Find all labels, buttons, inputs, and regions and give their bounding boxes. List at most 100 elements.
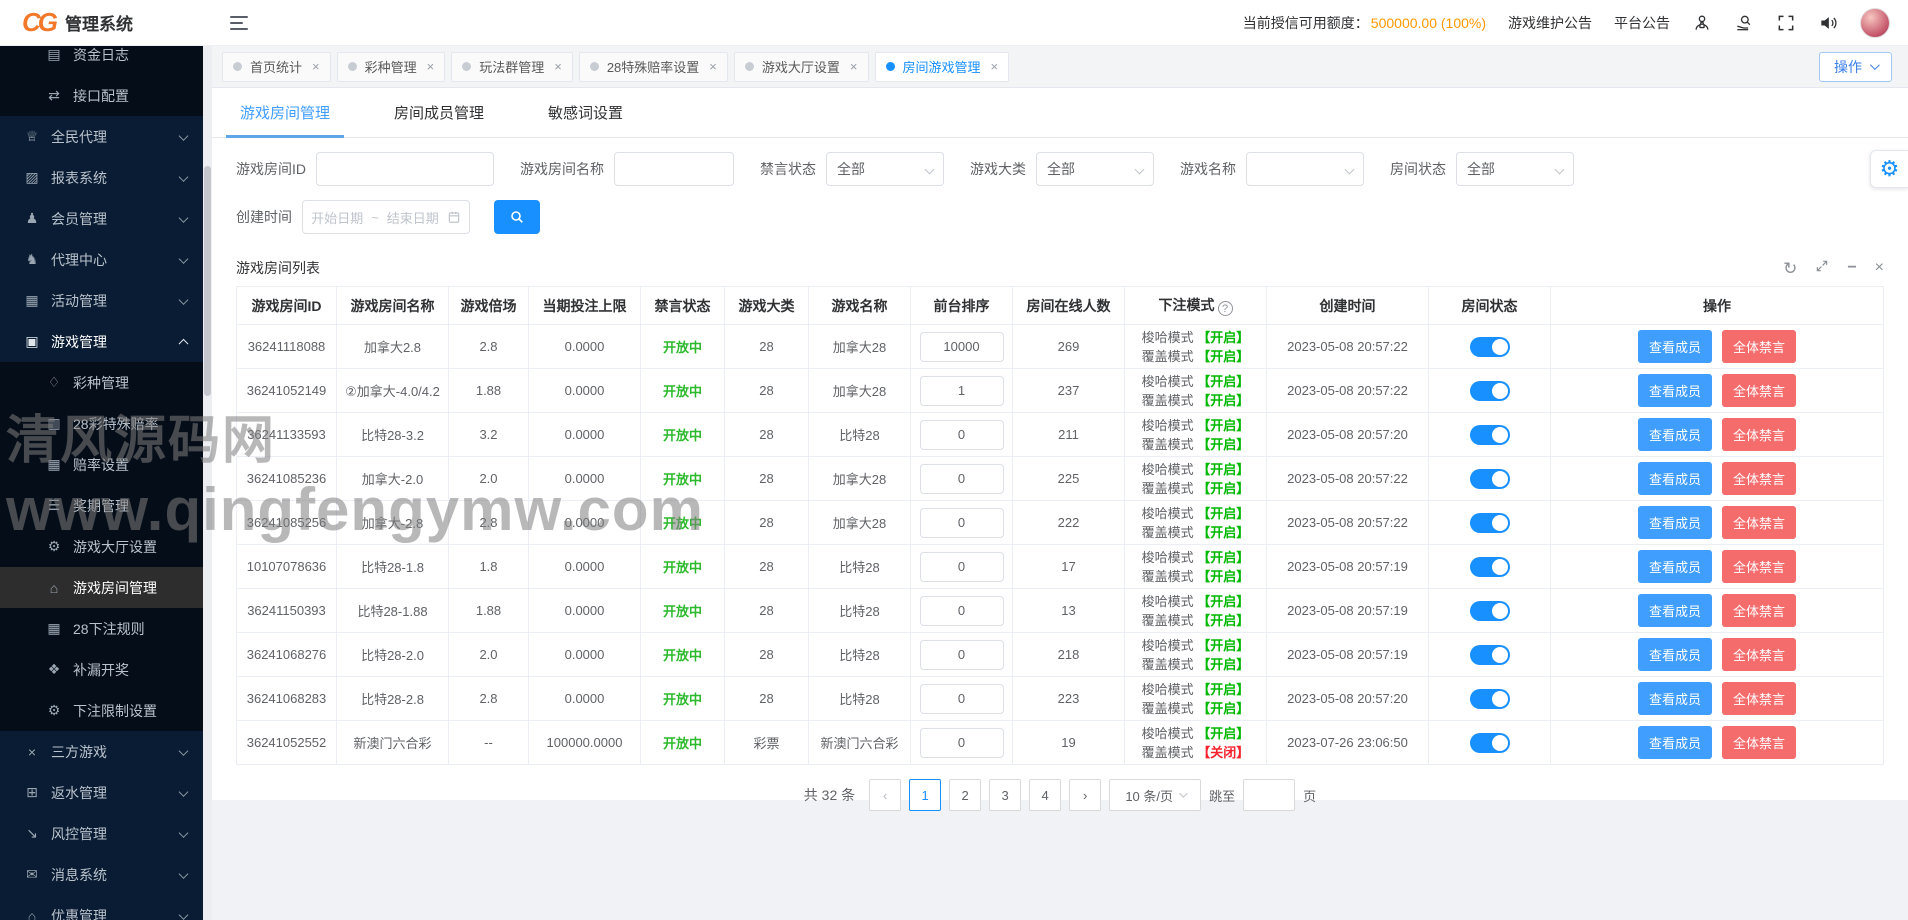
mute-all-button[interactable]: 全体禁言 [1722, 550, 1796, 583]
sidebar-item-8[interactable]: ▣游戏管理 [0, 321, 203, 362]
close-panel-icon[interactable]: × [1875, 260, 1884, 276]
sort-order-input[interactable] [920, 376, 1004, 406]
page-button-2[interactable]: 2 [949, 779, 981, 811]
sort-order-input[interactable] [920, 728, 1004, 758]
date-range-picker[interactable]: 开始日期 ~ 结束日期 [302, 200, 470, 234]
room-status-toggle[interactable] [1470, 601, 1510, 621]
hand-search-icon[interactable] [1734, 13, 1754, 33]
sidebar-item-19[interactable]: ⊞返水管理 [0, 772, 203, 813]
sidebar-item-4[interactable]: ▨报表系统 [0, 157, 203, 198]
subtab-1[interactable]: 游戏房间管理 [240, 88, 330, 137]
mute-all-button[interactable]: 全体禁言 [1722, 638, 1796, 671]
page-button-1[interactable]: 1 [909, 779, 941, 811]
speaker-icon[interactable] [1818, 13, 1838, 33]
sort-order-input[interactable] [920, 420, 1004, 450]
search-button[interactable] [494, 200, 540, 234]
mute-all-button[interactable]: 全体禁言 [1722, 330, 1796, 363]
room-status-toggle[interactable] [1470, 513, 1510, 533]
game-category-select[interactable]: 全部 [1036, 152, 1154, 186]
sidebar-item-20[interactable]: ↘风控管理 [0, 813, 203, 854]
jump-page-input[interactable] [1243, 779, 1295, 811]
mute-all-button[interactable]: 全体禁言 [1722, 462, 1796, 495]
sidebar-item-6[interactable]: ♞代理中心 [0, 239, 203, 280]
expand-icon[interactable] [1815, 259, 1829, 277]
view-members-button[interactable]: 查看成员 [1638, 638, 1712, 671]
view-members-button[interactable]: 查看成员 [1638, 594, 1712, 627]
sort-order-input[interactable] [920, 684, 1004, 714]
close-tab-icon[interactable]: × [991, 59, 999, 74]
sort-order-input[interactable] [920, 552, 1004, 582]
room-status-toggle[interactable] [1470, 337, 1510, 357]
user-lock-icon[interactable] [1692, 13, 1712, 33]
sidebar-item-11[interactable]: ▦赔率设置 [0, 444, 203, 485]
mute-all-button[interactable]: 全体禁言 [1722, 506, 1796, 539]
mute-status-select[interactable]: 全部 [826, 152, 944, 186]
sidebar-scrollbar-thumb[interactable] [204, 166, 211, 396]
sidebar-item-10[interactable]: ▥28彩特殊赔率 [0, 403, 203, 444]
subtab-3[interactable]: 敏感词设置 [548, 88, 623, 137]
next-page-button[interactable]: › [1069, 779, 1101, 811]
room-status-toggle[interactable] [1470, 689, 1510, 709]
sidebar-item-12[interactable]: ☰奖期管理 [0, 485, 203, 526]
page-tab-2[interactable]: 彩种管理× [337, 52, 446, 82]
sort-order-input[interactable] [920, 640, 1004, 670]
view-members-button[interactable]: 查看成员 [1638, 506, 1712, 539]
mute-all-button[interactable]: 全体禁言 [1722, 418, 1796, 451]
sidebar-item-3[interactable]: ♕全民代理 [0, 116, 203, 157]
close-tab-icon[interactable]: × [709, 59, 717, 74]
operation-dropdown-button[interactable]: 操作 [1819, 52, 1892, 82]
view-members-button[interactable]: 查看成员 [1638, 330, 1712, 363]
view-members-button[interactable]: 查看成员 [1638, 374, 1712, 407]
sort-order-input[interactable] [920, 596, 1004, 626]
maintenance-notice-link[interactable]: 游戏维护公告 [1508, 13, 1592, 33]
mute-all-button[interactable]: 全体禁言 [1722, 594, 1796, 627]
sort-order-input[interactable] [920, 332, 1004, 362]
sidebar-item-2[interactable]: ⇄接口配置 [0, 75, 203, 116]
sort-order-input[interactable] [920, 508, 1004, 538]
room-status-toggle[interactable] [1470, 381, 1510, 401]
sidebar-item-1[interactable]: ▤资金日志 [0, 46, 203, 75]
sidebar-item-22[interactable]: ⌂优惠管理 [0, 895, 203, 920]
view-members-button[interactable]: 查看成员 [1638, 550, 1712, 583]
subtab-2[interactable]: 房间成员管理 [394, 88, 484, 137]
room-status-select[interactable]: 全部 [1456, 152, 1574, 186]
sidebar-item-9[interactable]: ♢彩种管理 [0, 362, 203, 403]
page-button-4[interactable]: 4 [1029, 779, 1061, 811]
room-status-toggle[interactable] [1470, 469, 1510, 489]
close-tab-icon[interactable]: × [312, 59, 320, 74]
prev-page-button[interactable]: ‹ [869, 779, 901, 811]
room-name-input[interactable] [614, 152, 734, 186]
sidebar-item-18[interactable]: ×三方游戏 [0, 731, 203, 772]
page-size-select[interactable]: 10 条/页 [1109, 779, 1201, 811]
room-status-toggle[interactable] [1470, 557, 1510, 577]
room-id-input[interactable] [316, 152, 494, 186]
minimize-icon[interactable]: − [1847, 260, 1856, 276]
mute-all-button[interactable]: 全体禁言 [1722, 682, 1796, 715]
page-tab-4[interactable]: 28特殊赔率设置× [579, 52, 728, 82]
sidebar-item-7[interactable]: ▦活动管理 [0, 280, 203, 321]
fullscreen-icon[interactable] [1776, 13, 1796, 33]
avatar[interactable] [1860, 8, 1890, 38]
theme-settings-button[interactable]: ⚙ [1870, 150, 1908, 188]
refresh-icon[interactable]: ↻ [1783, 260, 1797, 277]
sidebar-item-17[interactable]: ⚙下注限制设置 [0, 690, 203, 731]
page-tab-5[interactable]: 游戏大厅设置× [734, 52, 869, 82]
page-button-3[interactable]: 3 [989, 779, 1021, 811]
sidebar-item-13[interactable]: ⚙游戏大厅设置 [0, 526, 203, 567]
close-tab-icon[interactable]: × [427, 59, 435, 74]
sidebar-item-15[interactable]: ▦28下注规则 [0, 608, 203, 649]
game-name-select[interactable] [1246, 152, 1364, 186]
page-tab-3[interactable]: 玩法群管理× [451, 52, 573, 82]
close-tab-icon[interactable]: × [554, 59, 562, 74]
room-status-toggle[interactable] [1470, 733, 1510, 753]
sidebar-item-16[interactable]: ❖补漏开奖 [0, 649, 203, 690]
sidebar-item-5[interactable]: ♟会员管理 [0, 198, 203, 239]
platform-notice-link[interactable]: 平台公告 [1614, 13, 1670, 33]
sidebar-item-14[interactable]: ⌂游戏房间管理 [0, 567, 203, 608]
room-status-toggle[interactable] [1470, 645, 1510, 665]
mute-all-button[interactable]: 全体禁言 [1722, 726, 1796, 759]
sort-order-input[interactable] [920, 464, 1004, 494]
sidebar-scrollbar[interactable] [203, 46, 212, 920]
room-status-toggle[interactable] [1470, 425, 1510, 445]
sidebar-item-21[interactable]: ✉消息系统 [0, 854, 203, 895]
